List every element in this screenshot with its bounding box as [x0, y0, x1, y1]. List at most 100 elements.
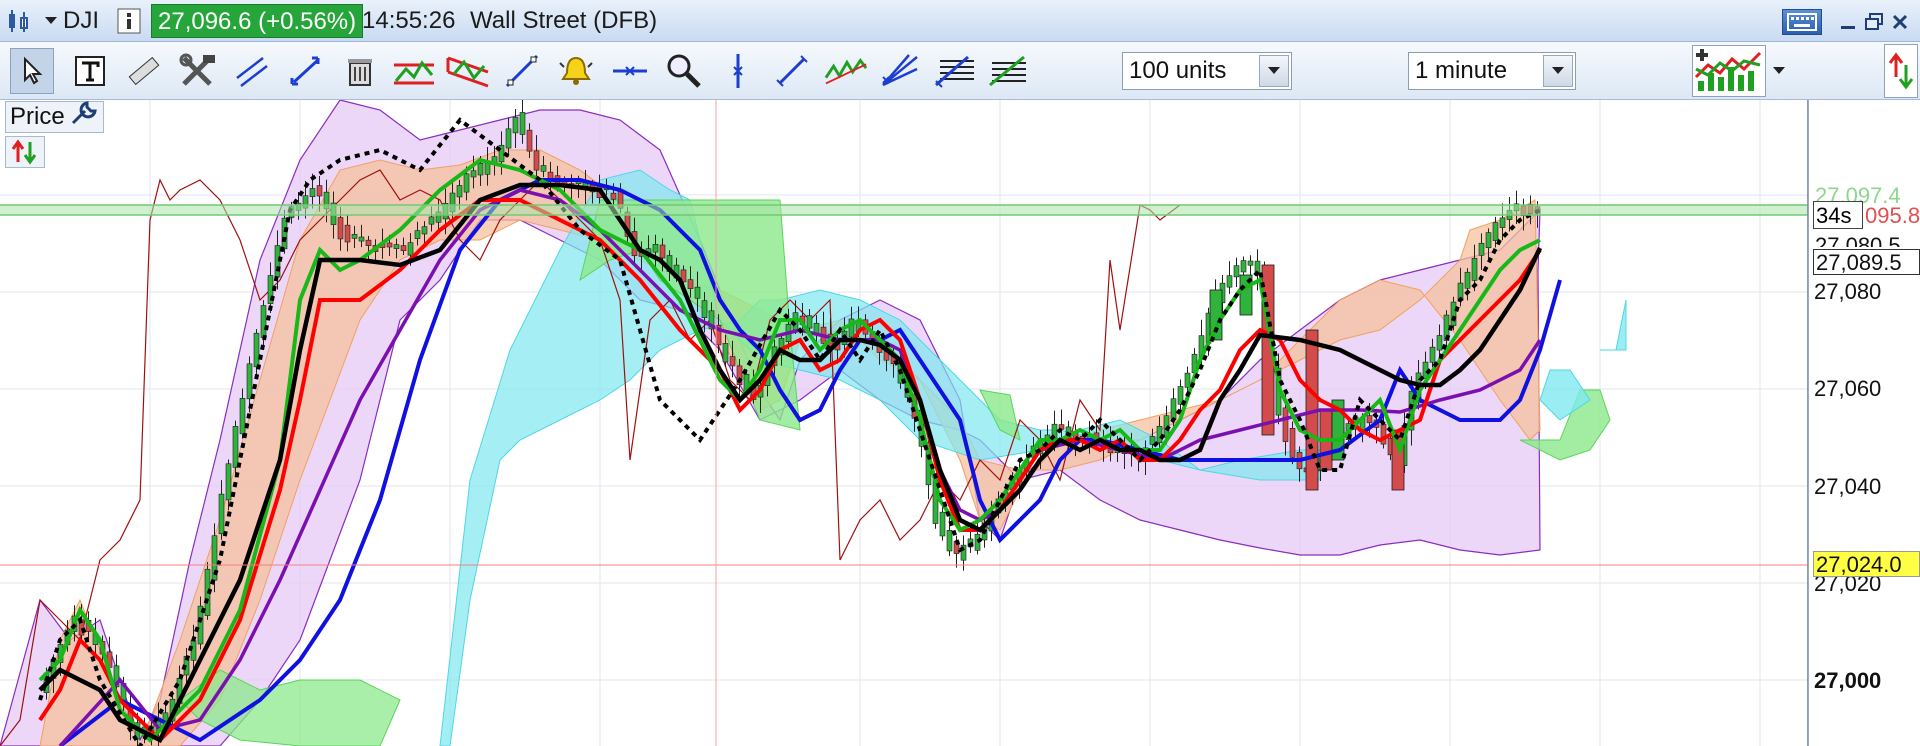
minimize-icon[interactable]	[1834, 9, 1862, 35]
candle-body	[260, 305, 267, 338]
candle-body	[652, 244, 659, 253]
candle-body	[218, 493, 225, 535]
trash-icon[interactable]	[338, 48, 382, 94]
candle-body	[659, 244, 666, 259]
candle-body	[519, 112, 526, 135]
candle-body	[701, 300, 708, 318]
candle-body	[505, 128, 512, 149]
zoom-icon[interactable]	[662, 48, 706, 94]
chevron-down-icon[interactable]	[1259, 55, 1289, 87]
channel-icon[interactable]	[446, 48, 490, 94]
support-zone	[0, 205, 1808, 215]
candle-body	[1184, 372, 1191, 388]
candle-body	[344, 224, 351, 243]
candle-timer: 34s	[1813, 201, 1863, 229]
candle-body	[1289, 427, 1296, 458]
wrench-icon[interactable]	[69, 99, 99, 135]
candle-body	[337, 217, 344, 240]
candle-body	[232, 426, 239, 468]
add-indicator-icon[interactable]	[1692, 45, 1766, 97]
candle-body	[456, 185, 463, 198]
candle-body	[512, 117, 519, 134]
price-panel-label: Price	[10, 103, 65, 130]
pointer-icon[interactable]	[10, 48, 54, 94]
candle-body	[1478, 242, 1485, 256]
keyboard-icon[interactable]	[1782, 9, 1822, 35]
candle-body	[722, 343, 729, 363]
alert-bell-icon[interactable]	[554, 48, 598, 94]
retracement-icon[interactable]	[932, 48, 976, 94]
ruler-icon[interactable]	[122, 48, 166, 94]
axis-tick-label: 27,000	[1814, 668, 1882, 693]
swap-icon[interactable]	[5, 136, 45, 168]
candle-body	[351, 234, 358, 239]
interval-select-value: 1 minute	[1415, 57, 1508, 84]
axis-tick-label: 27,060	[1814, 376, 1882, 401]
vertical-line-icon[interactable]	[716, 48, 760, 94]
candle-body	[540, 165, 547, 172]
candle-body	[1450, 301, 1457, 326]
candle-body	[1233, 265, 1240, 278]
horizontal-line-icon[interactable]	[608, 48, 652, 94]
candle-body	[463, 173, 470, 193]
candle-body	[1492, 222, 1499, 241]
candle-body	[386, 242, 393, 248]
segment-icon[interactable]	[770, 48, 814, 94]
candle-body	[533, 150, 540, 171]
candle-body	[610, 192, 617, 200]
trendline-icon[interactable]	[500, 48, 544, 94]
parallel-lines-icon[interactable]	[230, 48, 274, 94]
candle-body	[687, 279, 694, 289]
axis-tick-label: 27,040	[1814, 474, 1882, 499]
candle-body	[400, 245, 407, 251]
candle-body	[694, 286, 701, 299]
units-select-value: 100 units	[1129, 57, 1227, 84]
candle-body	[729, 356, 736, 367]
axis-tick-label: 27,080	[1814, 279, 1882, 304]
candle-body	[1366, 415, 1373, 424]
fibonacci-icon[interactable]	[284, 48, 328, 94]
candle-body	[477, 162, 484, 176]
info-icon[interactable]	[116, 6, 142, 36]
candlestick-icon[interactable]	[4, 6, 34, 36]
candle-body	[939, 511, 946, 537]
interval-select[interactable]: 1 minute	[1408, 52, 1576, 90]
candle-body	[421, 226, 428, 235]
chevron-down-icon[interactable]	[1543, 55, 1573, 87]
close-icon[interactable]	[1886, 9, 1914, 35]
extension-icon[interactable]	[986, 48, 1030, 94]
chevron-down-icon[interactable]	[42, 6, 60, 36]
candle-body	[1247, 260, 1254, 266]
candle-body	[407, 242, 414, 256]
candle-body	[239, 398, 246, 435]
pattern-icon[interactable]	[392, 48, 436, 94]
text-icon[interactable]	[68, 48, 112, 94]
price-panel-button[interactable]: Price	[5, 101, 104, 133]
price-chart[interactable]	[0, 100, 1920, 746]
wave-icon[interactable]	[824, 48, 868, 94]
candle-body	[309, 188, 316, 197]
tools-icon[interactable]	[176, 48, 220, 94]
candle-body	[1226, 275, 1233, 288]
candle-body	[1429, 346, 1436, 363]
candle-body	[281, 217, 288, 250]
clock-time: 14:55:26	[362, 7, 456, 34]
price-change-badge: 27,096.6 (+0.56%)	[151, 4, 364, 38]
fan-icon[interactable]	[878, 48, 922, 94]
last-close-tag: 27,089.5	[1813, 249, 1920, 275]
candle-body	[1436, 335, 1443, 351]
candle-body	[225, 463, 232, 501]
candle-body	[946, 530, 953, 552]
chevron-down-icon[interactable]	[1768, 48, 1790, 94]
candle-body	[1170, 398, 1177, 420]
hover-price-tag: 27,024.0	[1813, 551, 1920, 577]
candle-body	[1464, 271, 1471, 289]
units-select[interactable]: 100 units	[1122, 52, 1292, 90]
refresh-icon[interactable]	[1884, 44, 1918, 98]
candle-body	[393, 244, 400, 249]
candle-body	[1282, 407, 1289, 442]
restore-icon[interactable]	[1860, 9, 1888, 35]
bid-price-tag: 095.8	[1863, 203, 1920, 229]
candle-body	[1499, 217, 1506, 228]
candle-body	[358, 236, 365, 242]
